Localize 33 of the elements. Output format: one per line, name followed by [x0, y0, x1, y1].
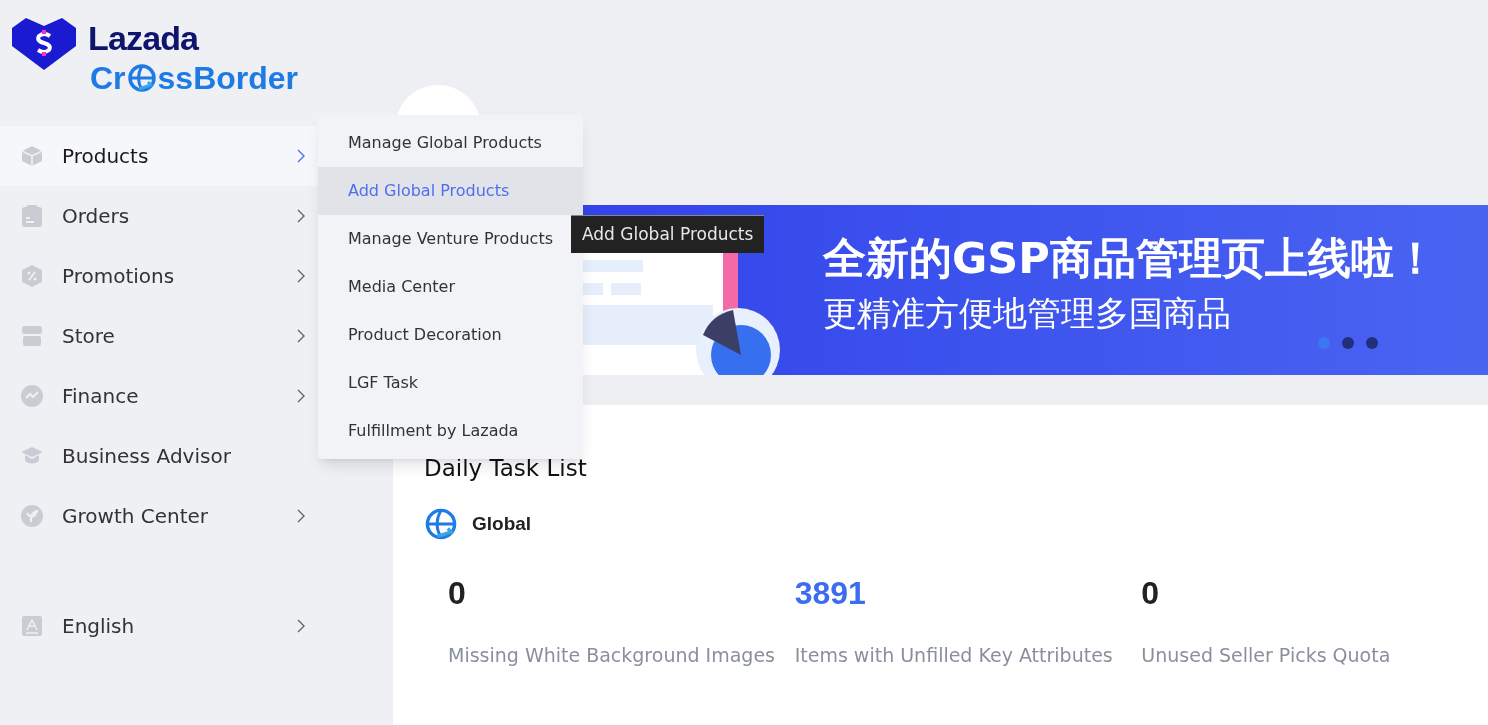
banner-headline: 全新的GSP商品管理页上线啦！	[823, 232, 1437, 285]
logo-text: ssBorder	[157, 59, 299, 98]
globe-icon	[424, 507, 458, 541]
sidebar-item[interactable]: Orders	[0, 186, 318, 246]
sidebar-item[interactable]: Finance	[0, 366, 318, 426]
menu-item[interactable]: Manage Global Products	[318, 119, 583, 167]
clipboard-icon	[20, 204, 44, 228]
stat-value[interactable]: 3891	[794, 575, 1142, 611]
stat-value: 0	[448, 575, 467, 611]
trend-circle-icon	[20, 384, 44, 408]
sidebar-item[interactable]: Promotions	[0, 246, 318, 306]
stat-label: Missing White Background Images	[448, 643, 776, 668]
menu-item[interactable]: Fulfillment by Lazada	[318, 407, 583, 455]
stat-value: 0	[1141, 575, 1161, 611]
stat-label: Unused Seller Picks Quota	[1141, 643, 1392, 668]
box-icon	[20, 144, 44, 168]
logo-text: Cr	[90, 59, 126, 98]
region-label: Global	[472, 511, 532, 536]
tooltip: Add Global Products	[571, 215, 765, 253]
sidebar-item[interactable]: Growth Center	[0, 486, 318, 546]
sidebar-item[interactable]: Business Advisor	[0, 426, 318, 486]
discount-tag-icon	[20, 264, 44, 288]
letter-a-icon	[20, 614, 44, 638]
banner-subline: 更精准方便地管理多国商品	[823, 292, 1232, 335]
card-title: Daily Task List	[424, 454, 588, 483]
sidebar-item[interactable]: Products	[0, 126, 318, 186]
stat-label: Items with Unfilled Key Attributes	[794, 643, 1114, 668]
store-icon	[20, 324, 44, 348]
globe-icon	[126, 63, 157, 93]
sidebar-item[interactable]: English	[0, 596, 318, 656]
heart-logo-icon	[12, 18, 76, 70]
logo-text: Lazada	[88, 18, 200, 58]
sidebar-item[interactable]: Store	[0, 306, 318, 366]
